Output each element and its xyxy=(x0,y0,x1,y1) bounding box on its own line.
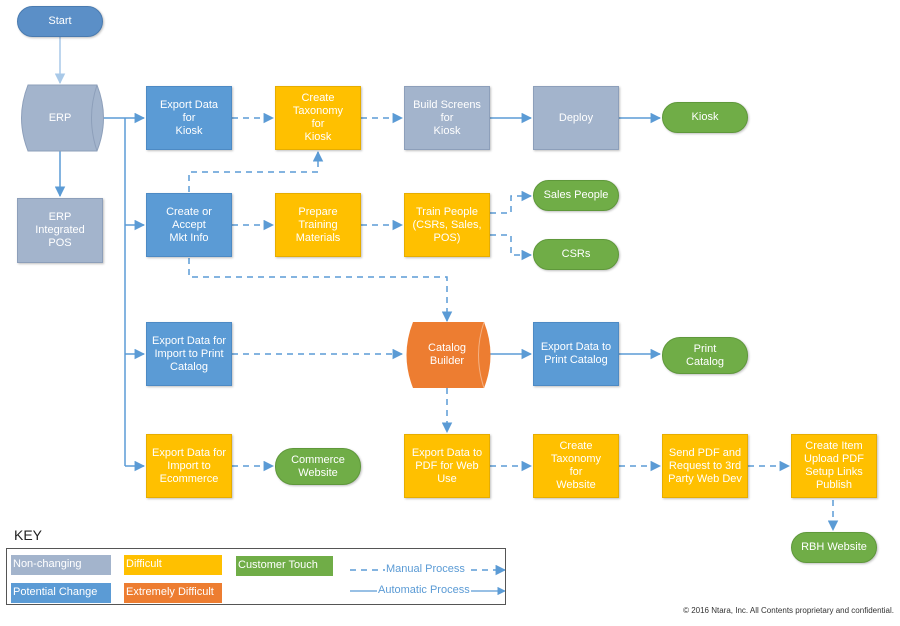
deploy-node[interactable]: Deploy xyxy=(533,86,619,150)
key-title: KEY xyxy=(14,527,43,543)
key-difficult: Difficult xyxy=(124,555,222,575)
copyright-notice: © 2016 Ntara, Inc. All Contents propriet… xyxy=(683,606,894,615)
export-pdf-node[interactable]: Export Data to PDF for Web Use xyxy=(404,434,490,498)
build-screens-node[interactable]: Build Screens for Kiosk xyxy=(404,86,490,150)
create-item-node[interactable]: Create Item Upload PDF Setup Links Publi… xyxy=(791,434,877,498)
erp-node[interactable]: ERP xyxy=(20,85,100,151)
export-print-catalog-node[interactable]: Export Data to Print Catalog xyxy=(533,322,619,386)
create-mkt-node[interactable]: Create or Accept Mkt Info xyxy=(146,193,232,257)
export-kiosk-node[interactable]: Export Data for Kiosk xyxy=(146,86,232,150)
start-node[interactable]: Start xyxy=(17,6,103,37)
taxonomy-website-node[interactable]: Create Taxonomy for Website xyxy=(533,434,619,498)
key-potential-change: Potential Change xyxy=(11,583,111,603)
prepare-training-node[interactable]: Prepare Training Materials xyxy=(275,193,361,257)
key-non-changing: Non-changing xyxy=(11,555,111,575)
export-print-node[interactable]: Export Data for Import to Print Catalog xyxy=(146,322,232,386)
train-people-node[interactable]: Train People (CSRs, Sales, POS) xyxy=(404,193,490,257)
catalog-builder-node[interactable]: Catalog Builder xyxy=(404,322,490,388)
connector-mkt-catalog xyxy=(188,258,453,323)
key-automatic-label: Automatic Process xyxy=(377,584,471,596)
connector-mkt-taxonomy xyxy=(188,150,324,192)
taxonomy-kiosk-node[interactable]: Create Taxonomy for Kiosk xyxy=(275,86,361,150)
commerce-website-node[interactable]: Commerce Website xyxy=(275,448,361,485)
key-extremely-difficult: Extremely Difficult xyxy=(124,583,222,603)
export-ecommerce-node[interactable]: Export Data for Import to Ecommerce xyxy=(146,434,232,498)
rbh-website-node[interactable]: RBH Website xyxy=(791,532,877,563)
erp-pos-node[interactable]: ERP Integrated POS xyxy=(17,198,103,263)
connector-train-sales xyxy=(490,190,533,214)
key-manual-label: Manual Process xyxy=(385,563,466,575)
csrs-node[interactable]: CSRs xyxy=(533,239,619,270)
send-pdf-node[interactable]: Send PDF and Request to 3rd Party Web De… xyxy=(662,434,748,498)
key-customer-touch: Customer Touch xyxy=(236,556,333,576)
kiosk-node[interactable]: Kiosk xyxy=(662,102,748,133)
print-catalog-node[interactable]: Print Catalog xyxy=(662,337,748,374)
connector-train-csrs xyxy=(490,234,533,261)
sales-people-node[interactable]: Sales People xyxy=(533,180,619,211)
